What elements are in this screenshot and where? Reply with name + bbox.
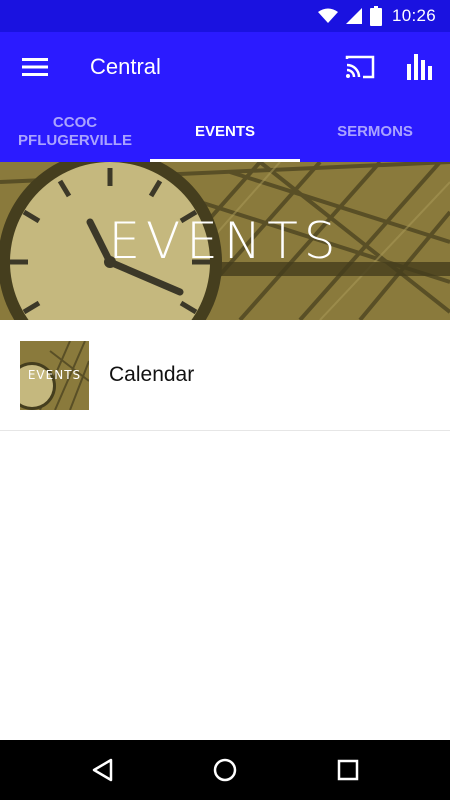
system-nav-bar — [0, 740, 450, 800]
wifi-icon — [317, 8, 338, 24]
battery-icon — [369, 6, 382, 26]
status-bar: 10:26 — [0, 0, 450, 32]
cell-signal-icon — [345, 8, 362, 24]
bar-chart-icon — [407, 54, 432, 80]
tab-ccoc-pflugerville[interactable]: CCOC PFLUGERVILLE — [0, 102, 150, 162]
list-item-calendar[interactable]: EVENTS Calendar — [0, 320, 450, 431]
tab-events[interactable]: EVENTS — [150, 102, 300, 162]
list-item-label: Calendar — [109, 363, 195, 386]
recents-button[interactable] — [318, 740, 378, 800]
status-time: 10:26 — [391, 6, 436, 25]
tab-sermons[interactable]: SERMONS — [300, 102, 450, 162]
recents-icon — [338, 759, 359, 781]
app-bar: Central — [0, 32, 450, 102]
menu-icon — [22, 58, 48, 76]
menu-button[interactable] — [0, 32, 70, 102]
cast-button[interactable] — [330, 32, 390, 102]
calendar-thumbnail: EVENTS — [20, 340, 89, 410]
home-icon — [213, 758, 237, 782]
back-icon — [92, 758, 112, 782]
back-button[interactable] — [72, 740, 132, 800]
tab-bar: CCOC PFLUGERVILLE EVENTS SERMONS — [0, 102, 450, 162]
cast-icon — [345, 55, 375, 79]
stats-button[interactable] — [390, 32, 450, 102]
thumbnail-title: EVENTS — [27, 368, 82, 382]
app-title: Central — [90, 54, 161, 79]
home-button[interactable] — [195, 740, 255, 800]
banner-title: EVENTS — [108, 212, 342, 270]
events-banner: EVENTS — [0, 162, 450, 320]
